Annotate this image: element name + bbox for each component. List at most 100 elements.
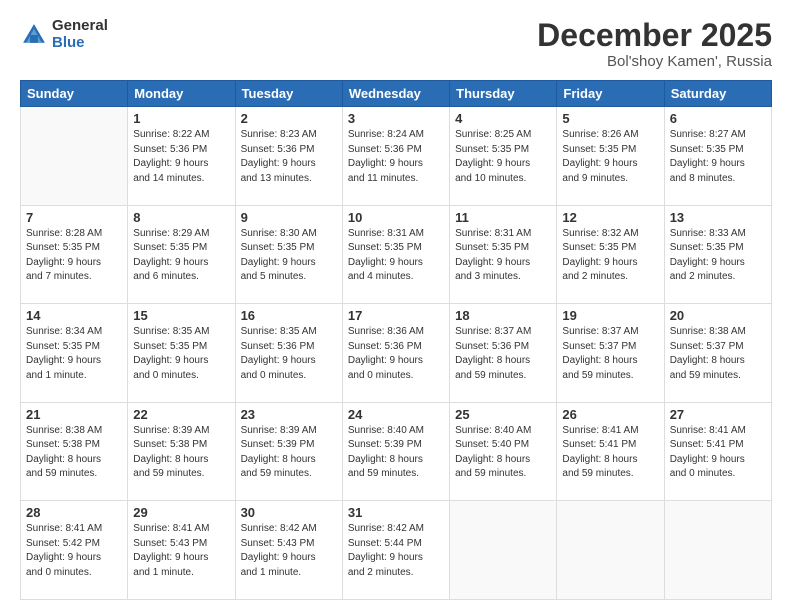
day-number: 21 [26, 407, 122, 422]
day-number: 9 [241, 210, 337, 225]
calendar-cell: 27 Sunrise: 8:41 AM Sunset: 5:41 PM Dayli… [664, 402, 771, 501]
day-info: Sunrise: 8:24 AM Sunset: 5:36 PM Dayligh… [348, 128, 444, 186]
day-info: Sunrise: 8:40 AM Sunset: 5:40 PM Dayligh… [455, 424, 551, 482]
day-info: Sunrise: 8:41 AM Sunset: 5:41 PM Dayligh… [670, 424, 766, 482]
calendar-cell: 6Sunrise: 8:27 AM Sunset: 5:35 PM Daylig… [664, 107, 771, 206]
day-info: Sunrise: 8:37 AM Sunset: 5:37 PM Dayligh… [562, 325, 658, 383]
day-info: Sunrise: 8:30 AM Sunset: 5:35 PM Dayligh… [241, 227, 337, 285]
day-info: Sunrise: 8:35 AM Sunset: 5:36 PM Dayligh… [241, 325, 337, 383]
calendar-cell: 22 Sunrise: 8:39 AM Sunset: 5:38 PM Dayli… [128, 402, 235, 501]
calendar-cell: 26Sunrise: 8:41 AM Sunset: 5:41 PM Dayli… [557, 402, 664, 501]
day-number: 8 [133, 210, 229, 225]
weekday-header-sunday: Sunday [21, 81, 128, 107]
calendar-cell [557, 501, 664, 600]
calendar-cell: 12 Sunrise: 8:32 AM Sunset: 5:35 PM Dayli… [557, 205, 664, 304]
day-number: 1 [133, 111, 229, 126]
day-number: 24 [348, 407, 444, 422]
day-number: 16 [241, 308, 337, 323]
day-info: Sunrise: 8:27 AM Sunset: 5:35 PM Dayligh… [670, 128, 766, 186]
week-row-0: 1 Sunrise: 8:22 AM Sunset: 5:36 PM Daylig… [21, 107, 772, 206]
calendar-cell: 3 Sunrise: 8:24 AM Sunset: 5:36 PM Daylig… [342, 107, 449, 206]
day-info: Sunrise: 8:32 AM Sunset: 5:35 PM Dayligh… [562, 227, 658, 285]
day-info: Sunrise: 8:36 AM Sunset: 5:36 PM Dayligh… [348, 325, 444, 383]
logo-icon [20, 21, 48, 49]
day-info: Sunrise: 8:41 AM Sunset: 5:42 PM Dayligh… [26, 522, 122, 580]
day-number: 28 [26, 505, 122, 520]
calendar-cell: 9 Sunrise: 8:30 AM Sunset: 5:35 PM Daylig… [235, 205, 342, 304]
day-number: 12 [562, 210, 658, 225]
weekday-header-monday: Monday [128, 81, 235, 107]
calendar-cell [664, 501, 771, 600]
day-info: Sunrise: 8:35 AM Sunset: 5:35 PM Dayligh… [133, 325, 229, 383]
day-info: Sunrise: 8:42 AM Sunset: 5:44 PM Dayligh… [348, 522, 444, 580]
calendar-cell: 18 Sunrise: 8:37 AM Sunset: 5:36 PM Dayli… [450, 304, 557, 403]
day-info: Sunrise: 8:28 AM Sunset: 5:35 PM Dayligh… [26, 227, 122, 285]
day-info: Sunrise: 8:42 AM Sunset: 5:43 PM Dayligh… [241, 522, 337, 580]
calendar-cell: 25 Sunrise: 8:40 AM Sunset: 5:40 PM Dayli… [450, 402, 557, 501]
day-info: Sunrise: 8:39 AM Sunset: 5:38 PM Dayligh… [133, 424, 229, 482]
calendar-cell: 17 Sunrise: 8:36 AM Sunset: 5:36 PM Dayli… [342, 304, 449, 403]
day-info: Sunrise: 8:34 AM Sunset: 5:35 PM Dayligh… [26, 325, 122, 383]
day-number: 26 [562, 407, 658, 422]
day-number: 10 [348, 210, 444, 225]
day-info: Sunrise: 8:41 AM Sunset: 5:43 PM Dayligh… [133, 522, 229, 580]
calendar-cell: 23 Sunrise: 8:39 AM Sunset: 5:39 PM Dayli… [235, 402, 342, 501]
day-number: 4 [455, 111, 551, 126]
location: Bol'shoy Kamen', Russia [537, 53, 772, 70]
day-number: 19 [562, 308, 658, 323]
day-info: Sunrise: 8:31 AM Sunset: 5:35 PM Dayligh… [455, 227, 551, 285]
calendar-cell: 15Sunrise: 8:35 AM Sunset: 5:35 PM Dayli… [128, 304, 235, 403]
day-info: Sunrise: 8:38 AM Sunset: 5:37 PM Dayligh… [670, 325, 766, 383]
month-title: December 2025 [537, 18, 772, 53]
calendar-cell: 2Sunrise: 8:23 AM Sunset: 5:36 PM Daylig… [235, 107, 342, 206]
day-number: 18 [455, 308, 551, 323]
day-number: 20 [670, 308, 766, 323]
calendar-cell: 13 Sunrise: 8:33 AM Sunset: 5:35 PM Dayli… [664, 205, 771, 304]
week-row-1: 7Sunrise: 8:28 AM Sunset: 5:35 PM Daylig… [21, 205, 772, 304]
day-info: Sunrise: 8:37 AM Sunset: 5:36 PM Dayligh… [455, 325, 551, 383]
calendar-cell: 28 Sunrise: 8:41 AM Sunset: 5:42 PM Dayli… [21, 501, 128, 600]
day-number: 29 [133, 505, 229, 520]
weekday-header-tuesday: Tuesday [235, 81, 342, 107]
day-info: Sunrise: 8:22 AM Sunset: 5:36 PM Dayligh… [133, 128, 229, 186]
page: General Blue December 2025 Bol'shoy Kame… [0, 0, 792, 612]
calendar-cell: 10 Sunrise: 8:31 AM Sunset: 5:35 PM Dayli… [342, 205, 449, 304]
calendar-cell: 19 Sunrise: 8:37 AM Sunset: 5:37 PM Dayli… [557, 304, 664, 403]
day-number: 11 [455, 210, 551, 225]
calendar-cell [21, 107, 128, 206]
calendar-table: SundayMondayTuesdayWednesdayThursdayFrid… [20, 80, 772, 600]
calendar-cell: 31 Sunrise: 8:42 AM Sunset: 5:44 PM Dayli… [342, 501, 449, 600]
logo-general-text: General [52, 18, 108, 35]
calendar-cell: 8Sunrise: 8:29 AM Sunset: 5:35 PM Daylig… [128, 205, 235, 304]
day-info: Sunrise: 8:33 AM Sunset: 5:35 PM Dayligh… [670, 227, 766, 285]
calendar-cell: 24 Sunrise: 8:40 AM Sunset: 5:39 PM Dayli… [342, 402, 449, 501]
calendar-cell: 30 Sunrise: 8:42 AM Sunset: 5:43 PM Dayli… [235, 501, 342, 600]
day-number: 22 [133, 407, 229, 422]
calendar-cell [450, 501, 557, 600]
logo-text: General Blue [52, 18, 108, 51]
logo: General Blue [20, 18, 108, 51]
calendar-cell: 7Sunrise: 8:28 AM Sunset: 5:35 PM Daylig… [21, 205, 128, 304]
weekday-header-saturday: Saturday [664, 81, 771, 107]
day-number: 3 [348, 111, 444, 126]
day-info: Sunrise: 8:39 AM Sunset: 5:39 PM Dayligh… [241, 424, 337, 482]
day-number: 5 [562, 111, 658, 126]
day-number: 14 [26, 308, 122, 323]
day-number: 2 [241, 111, 337, 126]
day-number: 30 [241, 505, 337, 520]
day-number: 17 [348, 308, 444, 323]
day-info: Sunrise: 8:31 AM Sunset: 5:35 PM Dayligh… [348, 227, 444, 285]
logo-blue-text: Blue [52, 35, 108, 52]
day-number: 31 [348, 505, 444, 520]
calendar-cell: 21Sunrise: 8:38 AM Sunset: 5:38 PM Dayli… [21, 402, 128, 501]
day-info: Sunrise: 8:40 AM Sunset: 5:39 PM Dayligh… [348, 424, 444, 482]
day-number: 25 [455, 407, 551, 422]
calendar-cell: 11 Sunrise: 8:31 AM Sunset: 5:35 PM Dayli… [450, 205, 557, 304]
day-number: 27 [670, 407, 766, 422]
day-number: 23 [241, 407, 337, 422]
calendar-cell: 1 Sunrise: 8:22 AM Sunset: 5:36 PM Daylig… [128, 107, 235, 206]
calendar-cell: 29 Sunrise: 8:41 AM Sunset: 5:43 PM Dayli… [128, 501, 235, 600]
day-number: 13 [670, 210, 766, 225]
calendar-cell: 16 Sunrise: 8:35 AM Sunset: 5:36 PM Dayli… [235, 304, 342, 403]
weekday-header-thursday: Thursday [450, 81, 557, 107]
